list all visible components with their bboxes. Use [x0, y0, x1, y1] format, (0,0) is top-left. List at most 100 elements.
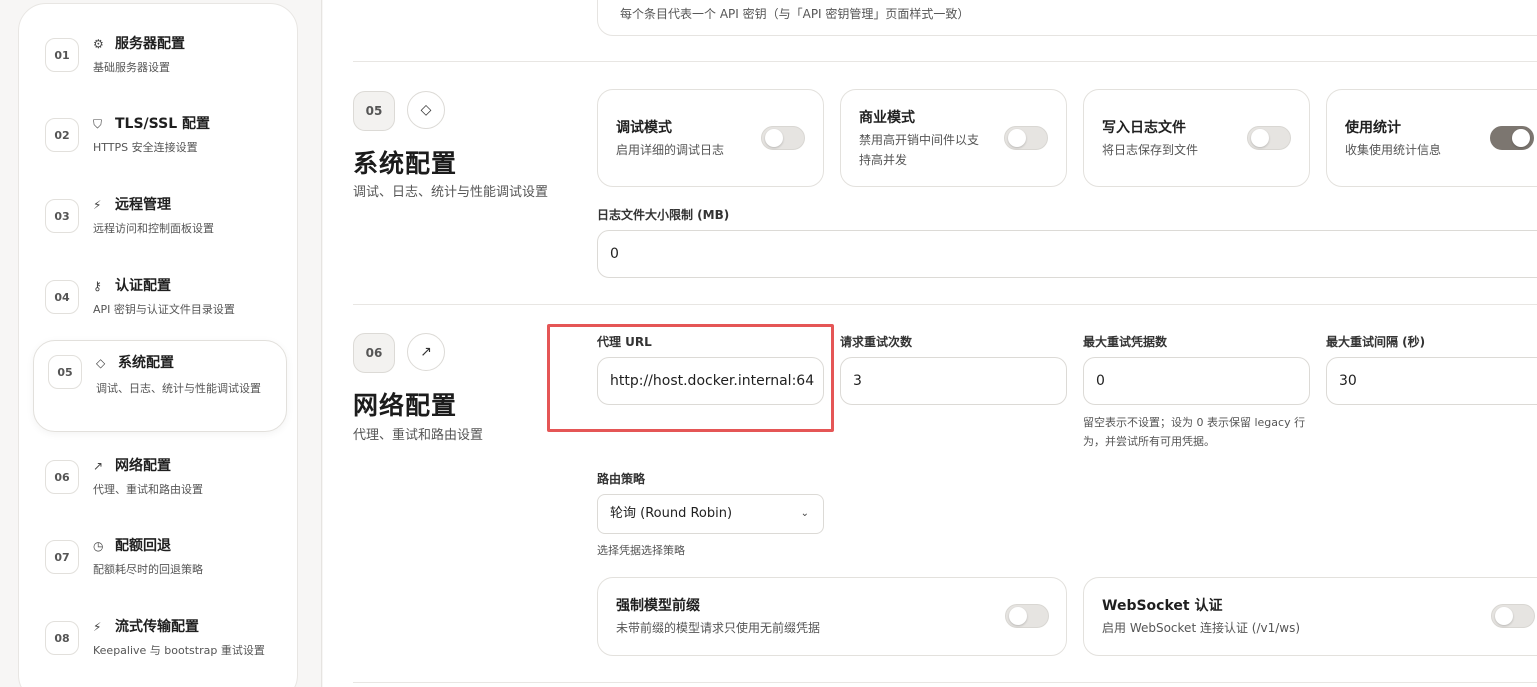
routing-strategy-hint: 选择凭据选择策略 — [597, 544, 685, 557]
sidebar-item-system[interactable]: 05 ◇ 系统配置 调试、日志、统计与性能调试设置 — [33, 340, 287, 432]
switch-knob — [1009, 607, 1027, 625]
section-title: 网络配置 — [353, 391, 458, 420]
debug-mode-switch[interactable] — [761, 126, 805, 150]
routing-strategy-value: 轮询 (Round Robin) — [610, 506, 733, 521]
max-retry-credentials-label: 最大重试凭据数 — [1083, 335, 1168, 349]
toggle-card-usage-stats: 使用统计 收集使用统计信息 — [1326, 89, 1537, 187]
section-number: 06 — [353, 333, 395, 373]
api-key-list-hint: 每个条目代表一个 API 密钥（与「API 密钥管理」页面样式一致） — [620, 7, 970, 21]
toggle-card-debug: 调试模式 启用详细的调试日志 — [597, 89, 824, 187]
sidebar-panel: 01 ⚙ 服务器配置 基础服务器设置 02 ⛉ TLS/SSL 配置 HTTPS… — [0, 0, 322, 687]
step-number: 01 — [45, 38, 79, 72]
sidebar-item-tls[interactable]: 02 ⛉ TLS/SSL 配置 HTTPS 安全连接设置 — [45, 114, 275, 184]
force-prefix-switch[interactable] — [1005, 604, 1049, 628]
toggle-card-force-prefix: 强制模型前缀 未带前缀的模型请求只使用无前缀凭据 — [597, 577, 1067, 656]
sidebar-item-network[interactable]: 06 ↗ 网络配置 代理、重试和路由设置 — [45, 456, 275, 526]
toggle-title: 调试模式 — [616, 120, 672, 136]
section-number: 05 — [353, 91, 395, 131]
toggle-desc: 启用详细的调试日志 — [616, 143, 725, 157]
toggle-desc: 未带前缀的模型请求只使用无前缀凭据 — [616, 621, 821, 635]
section-desc: 代理、重试和路由设置 — [353, 428, 484, 443]
toggle-desc: 收集使用统计信息 — [1345, 143, 1442, 157]
trend-up-icon: ↗ — [93, 459, 104, 473]
toggle-title: 强制模型前缀 — [616, 598, 700, 614]
sidebar-item-desc: 基础服务器设置 — [93, 61, 170, 74]
satellite-icon: ⚡ — [93, 620, 102, 634]
sidebar-item-streaming[interactable]: 08 ⚡ 流式传输配置 Keepalive 与 bootstrap 重试设置 — [45, 617, 275, 687]
sidebar-item-auth[interactable]: 04 ⚷ 认证配置 API 密钥与认证文件目录设置 — [45, 276, 275, 346]
timer-icon: ◷ — [93, 539, 104, 553]
step-number: 04 — [45, 280, 79, 314]
step-number: 02 — [45, 118, 79, 152]
sidebar-item-label: 系统配置 — [118, 355, 174, 371]
sidebar-item-desc: Keepalive 与 bootstrap 重试设置 — [93, 644, 265, 657]
switch-knob — [1008, 129, 1026, 147]
switch-knob — [1495, 607, 1513, 625]
step-number: 07 — [45, 540, 79, 574]
toggle-card-commercial: 商业模式 禁用高开销中间件以支持高并发 — [840, 89, 1067, 187]
toggle-card-log-file: 写入日志文件 将日志保存到文件 — [1083, 89, 1310, 187]
api-key-list-card: 每个条目代表一个 API 密钥（与「API 密钥管理」页面样式一致） — [597, 0, 1537, 36]
sidebar-item-label: TLS/SSL 配置 — [115, 116, 210, 132]
toggle-title: 使用统计 — [1345, 120, 1401, 136]
switch-knob — [1512, 129, 1530, 147]
gear-icon: ⚙ — [93, 37, 104, 51]
trend-up-icon: ↗ — [407, 333, 445, 371]
toggle-title: WebSocket 认证 — [1102, 598, 1223, 614]
key-icon: ⚷ — [93, 279, 102, 293]
sidebar-item-desc: 配额耗尽时的回退策略 — [93, 563, 203, 576]
section-divider — [353, 61, 1537, 62]
sidebar-item-desc: API 密钥与认证文件目录设置 — [93, 303, 235, 316]
section-divider — [353, 304, 1537, 305]
step-number: 06 — [45, 460, 79, 494]
sidebar-item-remote[interactable]: 03 ⚡ 远程管理 远程访问和控制面板设置 — [45, 195, 275, 265]
sidebar-item-desc: HTTPS 安全连接设置 — [93, 141, 198, 154]
diamond-icon: ◇ — [96, 356, 106, 370]
commercial-mode-switch[interactable] — [1004, 126, 1048, 150]
main-content: 每个条目代表一个 API 密钥（与「API 密钥管理」页面样式一致） 05 ◇ … — [323, 0, 1537, 687]
usage-stats-switch[interactable] — [1490, 126, 1534, 150]
switch-knob — [765, 129, 783, 147]
satellite-icon: ⚡ — [93, 198, 102, 212]
routing-strategy-select[interactable]: 轮询 (Round Robin) ⌄ — [597, 494, 824, 534]
retry-count-input[interactable]: 3 — [840, 357, 1067, 405]
sidebar-item-quota[interactable]: 07 ◷ 配额回退 配额耗尽时的回退策略 — [45, 536, 275, 606]
log-size-label: 日志文件大小限制 (MB) — [597, 208, 730, 222]
max-retry-interval-input[interactable]: 30 — [1326, 357, 1537, 405]
sidebar-item-label: 认证配置 — [115, 278, 171, 294]
toggle-desc: 启用 WebSocket 连接认证 (/v1/ws) — [1102, 621, 1301, 635]
max-retry-credentials-input[interactable]: 0 — [1083, 357, 1310, 405]
sidebar-item-label: 配额回退 — [115, 538, 171, 554]
step-number: 03 — [45, 199, 79, 233]
section-desc: 调试、日志、统计与性能调试设置 — [353, 185, 549, 200]
toggle-card-websocket-auth: WebSocket 认证 启用 WebSocket 连接认证 (/v1/ws) — [1083, 577, 1537, 656]
sidebar-item-label: 网络配置 — [115, 458, 171, 474]
sidebar-item-label: 服务器配置 — [115, 36, 185, 52]
step-number: 05 — [48, 355, 82, 389]
section-divider — [353, 682, 1537, 683]
diamond-icon: ◇ — [407, 91, 445, 129]
shield-icon: ⛉ — [93, 116, 103, 131]
switch-knob — [1251, 129, 1269, 147]
sidebar-item-desc: 代理、重试和路由设置 — [93, 483, 203, 496]
routing-strategy-label: 路由策略 — [597, 472, 646, 486]
sidebar-item-label: 远程管理 — [115, 197, 171, 213]
proxy-url-input[interactable]: http://host.docker.internal:64 — [597, 357, 824, 405]
chevron-down-icon: ⌄ — [800, 508, 809, 519]
websocket-auth-switch[interactable] — [1491, 604, 1535, 628]
proxy-url-label: 代理 URL — [597, 335, 652, 349]
retry-count-label: 请求重试次数 — [840, 335, 913, 349]
step-number: 08 — [45, 621, 79, 655]
toggle-title: 写入日志文件 — [1102, 120, 1186, 136]
toggle-desc: 禁用高开销中间件以支持高并发 — [859, 133, 980, 167]
sidebar-nav: 01 ⚙ 服务器配置 基础服务器设置 02 ⛉ TLS/SSL 配置 HTTPS… — [18, 3, 298, 687]
sidebar-item-desc: 远程访问和控制面板设置 — [93, 222, 214, 235]
log-size-input[interactable]: 0 — [597, 230, 1537, 278]
toggle-title: 商业模式 — [859, 110, 915, 126]
toggle-desc: 将日志保存到文件 — [1102, 143, 1199, 157]
sidebar-item-server[interactable]: 01 ⚙ 服务器配置 基础服务器设置 — [45, 34, 275, 104]
sidebar-item-desc: 调试、日志、统计与性能调试设置 — [96, 382, 261, 395]
log-file-switch[interactable] — [1247, 126, 1291, 150]
section-title: 系统配置 — [353, 149, 458, 178]
max-retry-credentials-hint: 留空表示不设置；设为 0 表示保留 legacy 行为，并尝试所有可用凭据。 — [1083, 416, 1306, 448]
